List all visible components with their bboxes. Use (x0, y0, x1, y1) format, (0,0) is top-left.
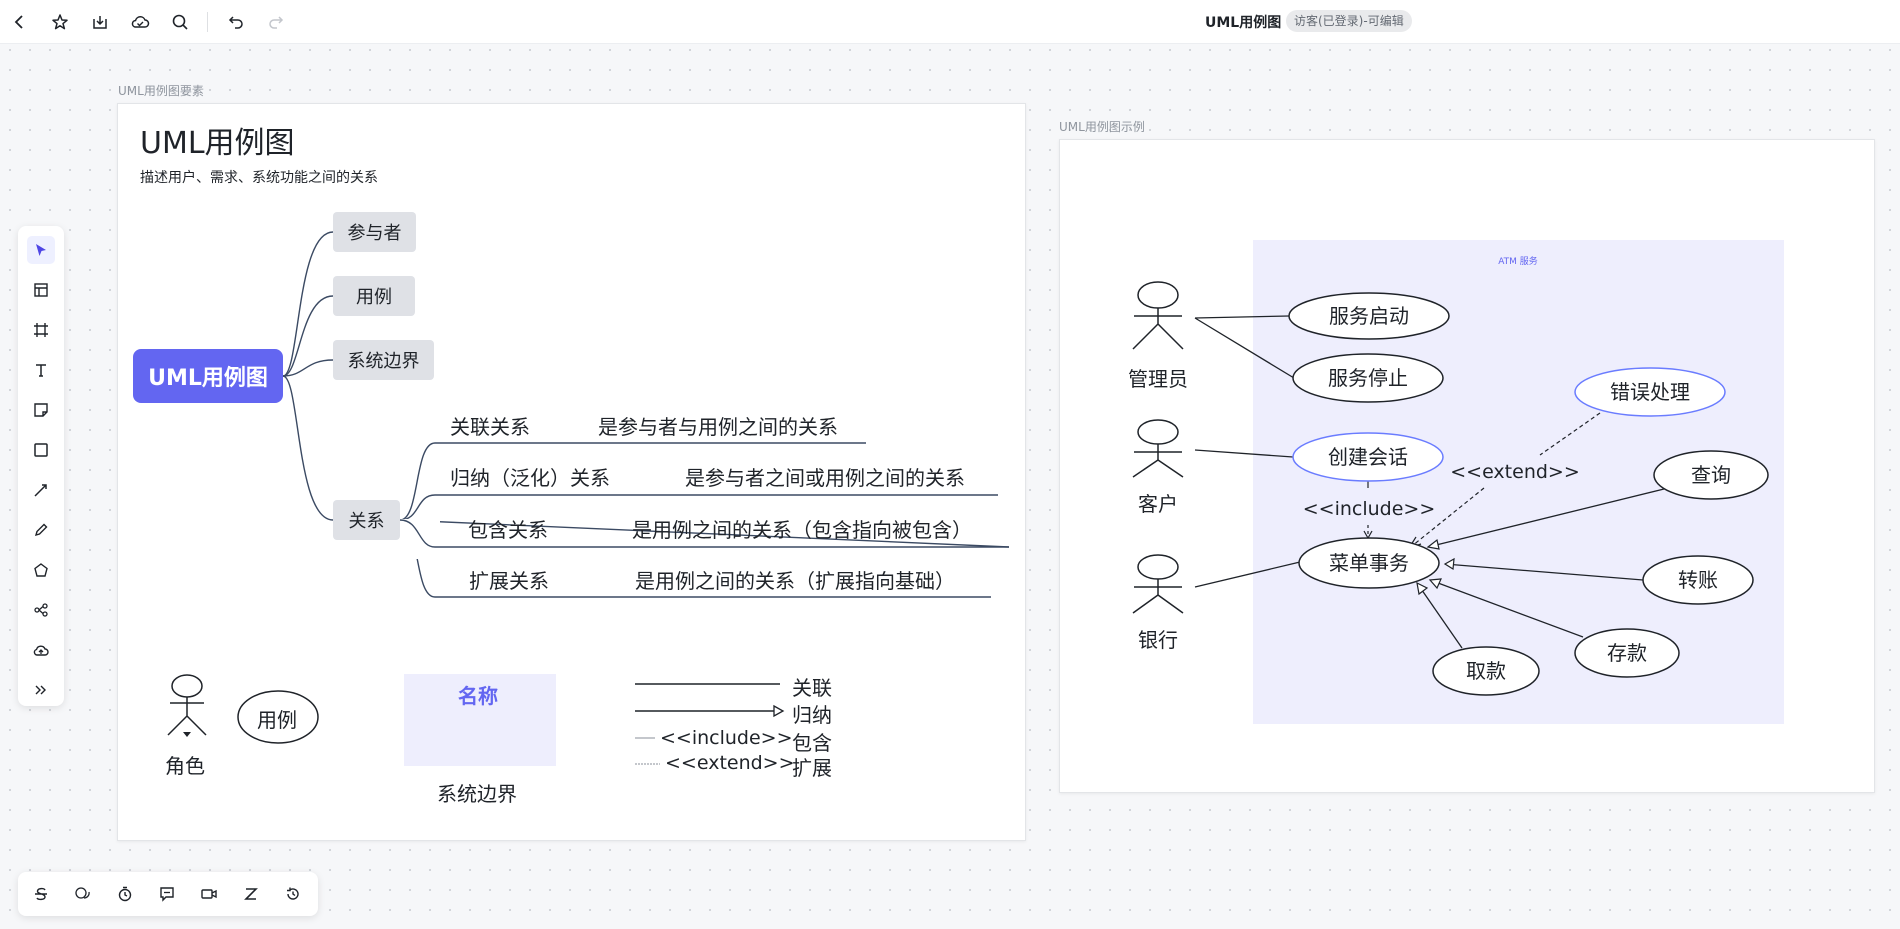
extend-label[interactable]: <<extend>> (1450, 461, 1580, 483)
upload-icon[interactable] (27, 636, 55, 664)
pen-icon[interactable] (27, 516, 55, 544)
comment-icon[interactable] (69, 880, 97, 908)
actor-bank-label[interactable]: 银行 (1138, 628, 1178, 652)
usecase-deposit-label[interactable]: 存款 (1607, 641, 1647, 665)
template-icon[interactable] (27, 276, 55, 304)
actor-customer-figure[interactable] (1132, 419, 1184, 478)
actor-admin-figure[interactable] (1132, 281, 1184, 350)
atm-boundary-title[interactable]: ATM 服务 (1498, 255, 1538, 267)
sticky-note-icon[interactable] (27, 396, 55, 424)
select-icon[interactable] (27, 236, 55, 264)
polygon-icon[interactable] (27, 556, 55, 584)
zoom-z-icon[interactable] (237, 880, 265, 908)
usecase-session-label[interactable]: 创建会话 (1328, 445, 1408, 469)
usecase-stop-label[interactable]: 服务停止 (1328, 366, 1408, 390)
actor-customer-label[interactable]: 客户 (1138, 492, 1178, 516)
actor-bank-figure[interactable] (1132, 554, 1184, 614)
usecase-start-label[interactable]: 服务启动 (1329, 304, 1409, 328)
usecase-diagram: ATM 服务 管理员 客户 银行 服务启动 服务停止 创建会话 错误处理 菜单事… (1128, 240, 1784, 724)
more-icon[interactable] (27, 676, 55, 704)
timer-icon[interactable] (111, 880, 139, 908)
chat-icon[interactable] (153, 880, 181, 908)
frame-icon[interactable] (27, 316, 55, 344)
usecase-error-label[interactable]: 错误处理 (1610, 380, 1690, 404)
mindmap-icon[interactable] (27, 596, 55, 624)
rectangle-icon[interactable] (27, 436, 55, 464)
usecase-transfer-label[interactable]: 转账 (1678, 568, 1718, 592)
actor-admin-label[interactable]: 管理员 (1128, 367, 1188, 391)
line-icon[interactable] (27, 476, 55, 504)
strike-icon[interactable] (27, 880, 55, 908)
usecase-withdraw-label[interactable]: 取款 (1466, 659, 1506, 683)
usecase-menu-label[interactable]: 菜单事务 (1329, 551, 1409, 575)
usecase-query-label[interactable]: 查询 (1691, 463, 1731, 487)
history-icon[interactable] (279, 880, 307, 908)
bottom-toolbar (18, 872, 318, 916)
left-toolbar (18, 226, 64, 706)
include-label[interactable]: <<include>> (1303, 498, 1436, 520)
video-icon[interactable] (195, 880, 223, 908)
text-icon[interactable] (27, 356, 55, 384)
